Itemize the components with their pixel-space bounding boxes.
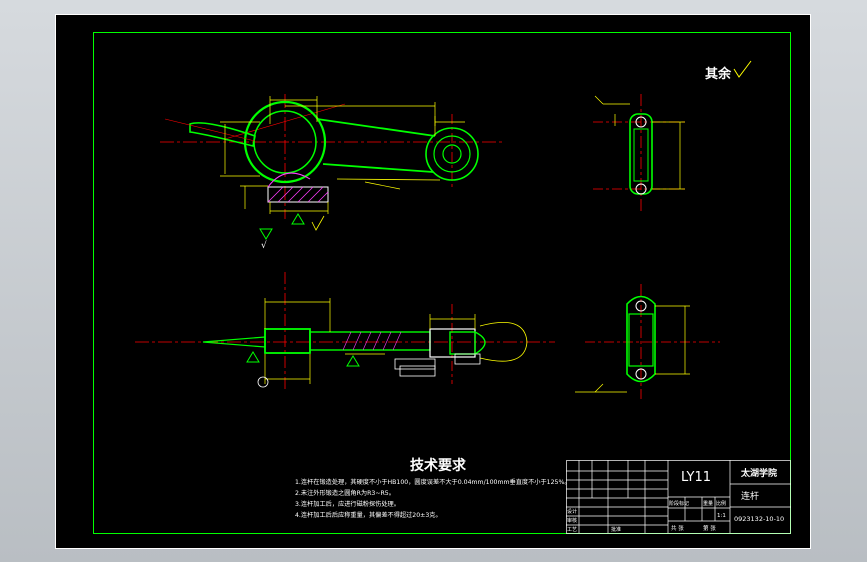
top-small-boss [449,331,476,355]
centerline-diag [224,103,346,140]
design-label: 设计 [567,508,577,515]
roughness-icon-front [311,215,325,231]
scale-header: 比例 [716,500,726,507]
datum-triangle-2 [291,213,305,225]
datum-mark: √ [261,240,267,251]
side-view-top [593,94,687,214]
shank-bottom [322,163,434,173]
hatch-base [267,186,329,203]
finish-label: 其余 [705,66,732,82]
base-block [267,186,329,203]
check-label: 审核 [567,517,577,524]
side-dimensions [594,95,685,190]
weight-header: 重量 [703,500,713,507]
cad-drawing-sheet: 其余 √ 技术要求 1.连杆在锻造处理，其硬度不小于HB100，圆度误差不大于0… [55,14,811,549]
tolerance-frame-3 [454,353,481,365]
shank-top [316,118,436,137]
hatch-shank [342,331,402,351]
tech-item-1: 1.连杆在锻造处理，其硬度不小于HB100，圆度误差不大于0.04mm/100m… [295,478,571,486]
top-small-end [429,328,476,358]
tolerance-frame [394,358,436,370]
tech-item-4: 4.连杆加工后后应称重量，其偏差不得超过20±3克。 [295,511,442,519]
roughness-icon [733,60,752,78]
sheet-number: 第 张 [703,524,716,532]
surface-finish-note: 其余 [705,60,752,82]
tech-item-2: 2.未注外形锻造之圆角R为R3~R5。 [295,489,395,497]
top-dimensions [264,298,476,384]
top-datum-triangle-2 [346,355,360,367]
shank-dim-line [336,178,441,181]
tolerance-frame-2 [399,365,436,377]
top-small-arc [474,331,486,355]
side-view-bottom [575,284,720,399]
top-datum-triangle [246,351,260,363]
approve-label: 批准 [611,526,621,533]
tech-title: 技术要求 [410,457,467,474]
front-view: √ [160,94,505,251]
stage-header: 阶段标记 [669,500,689,507]
drawing-code: LY11 [681,470,711,485]
drawing-number: 0923132-10-10 [734,515,784,523]
scale-value: 1:1 [717,513,726,519]
datum-circle [257,376,269,388]
school-name: 太湖学院 [740,467,777,479]
sheet-total: 共 张 [671,524,684,532]
part-name: 连杆 [741,490,759,502]
tech-item-3: 3.连杆加工后，应进行磁粉探伤处理。 [295,500,400,508]
drawing-canvas: 其余 √ 技术要求 1.连杆在锻造处理，其硬度不小于HB100，圆度误差不大于0… [55,14,811,549]
datum-triangle [259,228,273,240]
tech-requirements: 技术要求 1.连杆在锻造处理，其硬度不小于HB100，圆度误差不大于0.04mm… [295,457,571,519]
title-block: LY11 太湖学院 连杆 0923132-10-10 阶段标记 重量 比例 1:… [566,460,791,534]
top-view [135,272,555,392]
process-label: 工艺 [567,527,577,533]
hatch-boss [267,172,311,188]
top-big-end [264,328,311,354]
